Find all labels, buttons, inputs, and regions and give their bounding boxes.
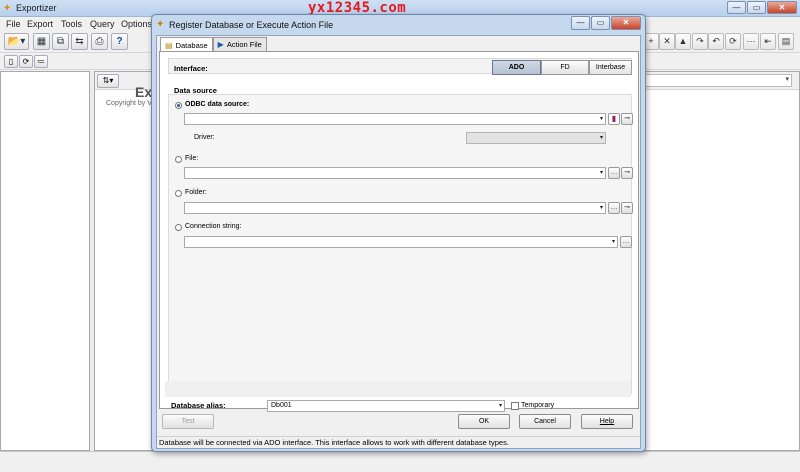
- file-label: File:: [185, 155, 199, 162]
- folder-connect-icon[interactable]: ⊸: [621, 202, 633, 214]
- dialog-status-text: Database will be connected via ADO inter…: [157, 436, 640, 448]
- alias-bar: [165, 381, 631, 397]
- dialog-icon: ✦: [156, 19, 165, 30]
- copy-icon[interactable]: ⧉: [52, 33, 69, 50]
- menu-options[interactable]: Options: [121, 19, 152, 29]
- reload-icon[interactable]: ⟳: [19, 55, 33, 68]
- database-tab-page: Interface: ADO FD Interbase Data source …: [159, 51, 639, 409]
- odbc-radio[interactable]: [175, 102, 182, 109]
- first-icon[interactable]: ⇤: [760, 33, 776, 50]
- menu-tools[interactable]: Tools: [61, 19, 82, 29]
- menu-query[interactable]: Query: [90, 19, 115, 29]
- odbc-database-icon[interactable]: ▮: [608, 113, 620, 125]
- tab-action-file[interactable]: ▶ Action File: [212, 37, 267, 51]
- test-button[interactable]: Test: [162, 414, 214, 429]
- interface-interbase-button[interactable]: Interbase: [589, 60, 632, 75]
- app-icon: ✦: [3, 3, 12, 14]
- connection-string-label: Connection string:: [185, 223, 242, 230]
- tab-database[interactable]: ▤ Database: [160, 37, 213, 52]
- undo-icon[interactable]: ↶: [708, 33, 724, 50]
- folder-label: Folder:: [185, 189, 207, 196]
- redo-icon[interactable]: ↷: [692, 33, 708, 50]
- open-folder-icon[interactable]: 📂▾: [4, 33, 29, 50]
- filter-dropdown[interactable]: ▾: [644, 74, 792, 87]
- dialog-body: ▤ Database ▶ Action File Interface: ADO …: [156, 35, 641, 449]
- dialog-maximize-button[interactable]: ▭: [591, 16, 610, 30]
- database-tree-panel[interactable]: [0, 71, 90, 451]
- delete-icon[interactable]: ✕: [659, 33, 675, 50]
- list-icon[interactable]: ≔: [34, 55, 48, 68]
- interface-label: Interface:: [174, 64, 208, 73]
- app-status-bar: [0, 451, 800, 472]
- register-database-dialog: ✦ Register Database or Execute Action Fi…: [151, 14, 646, 452]
- dialog-title-bar: ✦ Register Database or Execute Action Fi…: [152, 15, 645, 35]
- connection-string-radio[interactable]: [175, 224, 182, 231]
- ok-button[interactable]: OK: [458, 414, 510, 429]
- driver-combo[interactable]: ▾: [466, 132, 606, 144]
- dialog-close-button[interactable]: ✕: [611, 16, 641, 30]
- minimize-button[interactable]: —: [727, 1, 746, 14]
- alias-value: Db001: [271, 402, 292, 409]
- maximize-button[interactable]: ▭: [747, 1, 766, 14]
- app-title: Exportizer: [16, 3, 57, 13]
- driver-label: Driver:: [194, 134, 215, 141]
- page-icon[interactable]: ▯: [4, 55, 18, 68]
- close-button[interactable]: ✕: [767, 1, 797, 14]
- alias-label: Database alias:: [171, 401, 226, 410]
- odbc-connect-icon[interactable]: ⊸: [621, 113, 633, 125]
- interface-ado-button[interactable]: ADO: [492, 60, 541, 75]
- help-button[interactable]: Help: [581, 414, 633, 429]
- menu-export[interactable]: Export: [27, 19, 53, 29]
- copyright-text: Copyright by V: [106, 100, 152, 107]
- temporary-checkbox[interactable]: [511, 402, 519, 410]
- odbc-source-combo[interactable]: ▾: [184, 113, 606, 125]
- alias-combo[interactable]: Db001 ▾: [267, 400, 505, 412]
- up-icon[interactable]: ▲: [675, 33, 691, 50]
- convert-icon[interactable]: ⇅▾: [97, 74, 119, 88]
- connection-string-combo[interactable]: ▾: [184, 236, 618, 248]
- tab-action-file-label: Action File: [226, 40, 262, 49]
- dialog-tabs: ▤ Database ▶ Action File: [160, 37, 267, 52]
- refresh-icon[interactable]: ⟳: [725, 33, 741, 50]
- dialog-minimize-button[interactable]: —: [571, 16, 590, 30]
- interface-fd-button[interactable]: FD: [541, 60, 589, 75]
- tab-database-label: Database: [175, 40, 208, 50]
- file-combo[interactable]: ▾: [184, 167, 606, 179]
- temporary-label: Temporary: [521, 402, 555, 409]
- folder-combo[interactable]: ▾: [184, 202, 606, 214]
- file-browse-button[interactable]: …: [608, 167, 620, 179]
- dialog-title: Register Database or Execute Action File: [169, 20, 334, 30]
- connection-string-browse-button[interactable]: …: [620, 236, 632, 248]
- print-icon[interactable]: ⎙: [91, 33, 108, 50]
- folder-radio[interactable]: [175, 190, 182, 197]
- database-icon: ▤: [165, 40, 173, 50]
- columns-icon[interactable]: ⋯: [743, 33, 759, 50]
- help-icon[interactable]: ?: [111, 33, 128, 50]
- file-radio[interactable]: [175, 156, 182, 163]
- cancel-button[interactable]: Cancel: [519, 414, 571, 429]
- folder-browse-button[interactable]: …: [608, 202, 620, 214]
- grid-icon[interactable]: ▦: [33, 33, 50, 50]
- odbc-label: ODBC data source:: [185, 101, 250, 108]
- menu-file[interactable]: File: [6, 19, 21, 29]
- export-icon[interactable]: ▤: [778, 33, 794, 50]
- play-icon: ▶: [217, 40, 224, 49]
- swap-icon[interactable]: ⇆: [71, 33, 88, 50]
- file-connect-icon[interactable]: ⊸: [621, 167, 633, 179]
